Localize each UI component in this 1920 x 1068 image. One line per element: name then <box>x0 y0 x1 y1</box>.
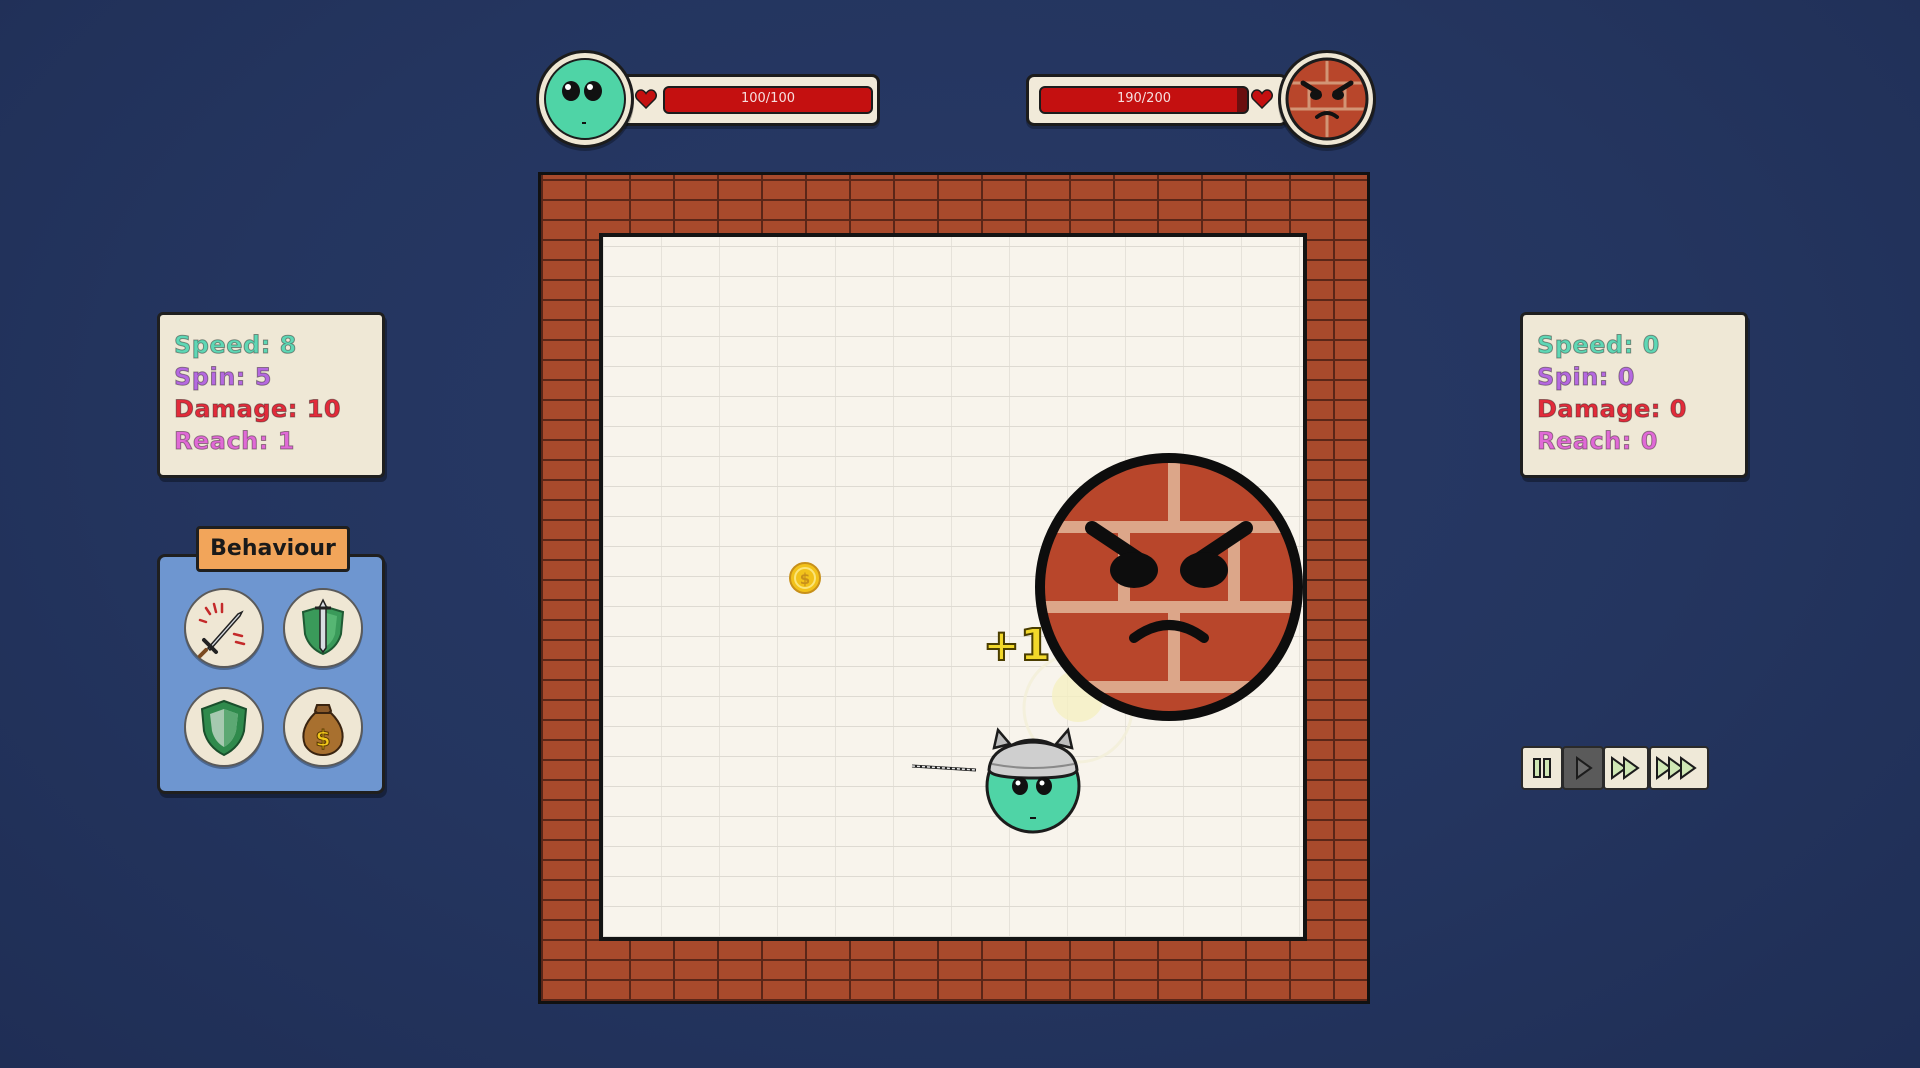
player-health-panel: 100/100 <box>618 74 880 126</box>
coin-gain-popup: +1 <box>982 619 1051 672</box>
enemy-health-panel: 190/200 <box>1026 74 1288 126</box>
enemy-spin-stat: Spin: 0 <box>1537 363 1635 392</box>
behaviour-defend-button[interactable] <box>184 687 264 767</box>
coin-icon: $ <box>789 562 821 594</box>
enemy-brick-ball <box>1035 453 1303 721</box>
enemy-stats-card: Speed: 0 Spin: 0 Damage: 0 Reach: 0 <box>1520 312 1748 478</box>
enemy-health-bar: 190/200 <box>1039 86 1249 114</box>
behaviour-collect-button[interactable]: $ <box>283 687 363 767</box>
behaviour-attack-button[interactable] <box>184 588 264 668</box>
sword-strike-icon <box>198 602 246 658</box>
player-health-text: 100/100 <box>740 91 795 106</box>
triple-forward-icon <box>1656 756 1697 780</box>
play-button[interactable] <box>1562 746 1604 790</box>
player-reach-stat: Reach: 1 <box>174 427 295 456</box>
play-icon <box>1576 756 1593 780</box>
fast-forward-icon <box>1611 756 1640 780</box>
enemy-reach-stat: Reach: 0 <box>1537 427 1658 456</box>
player-weapon <box>911 764 977 772</box>
coin-symbol: $ <box>315 727 330 752</box>
behaviour-title: Behaviour <box>196 526 350 572</box>
enemy-health-text: 190/200 <box>1116 91 1171 106</box>
enemy-avatar <box>1278 50 1376 148</box>
player-spin-stat: Spin: 5 <box>174 363 272 392</box>
fastest-forward-button[interactable] <box>1649 746 1709 790</box>
player-health-bar: 100/100 <box>663 86 873 114</box>
behaviour-balanced-button[interactable] <box>283 588 363 668</box>
pause-icon <box>1533 758 1551 778</box>
sword-shield-icon <box>301 598 345 656</box>
money-bag-icon: $ <box>302 704 344 757</box>
coin-symbol: $ <box>800 570 810 588</box>
player-ball <box>985 727 1081 834</box>
heart-icon <box>1251 89 1273 109</box>
shield-icon <box>200 699 248 757</box>
player-stats-card: Speed: 8 Spin: 5 Damage: 10 Reach: 1 <box>157 312 385 478</box>
heart-icon <box>635 89 657 109</box>
player-damage-stat: Damage: 10 <box>173 395 342 424</box>
fast-forward-button[interactable] <box>1603 746 1649 790</box>
player-speed-stat: Speed: 8 <box>174 331 297 360</box>
pause-button[interactable] <box>1521 746 1563 790</box>
player-avatar <box>536 50 634 148</box>
enemy-damage-stat: Damage: 0 <box>1537 395 1687 424</box>
enemy-speed-stat: Speed: 0 <box>1537 331 1660 360</box>
